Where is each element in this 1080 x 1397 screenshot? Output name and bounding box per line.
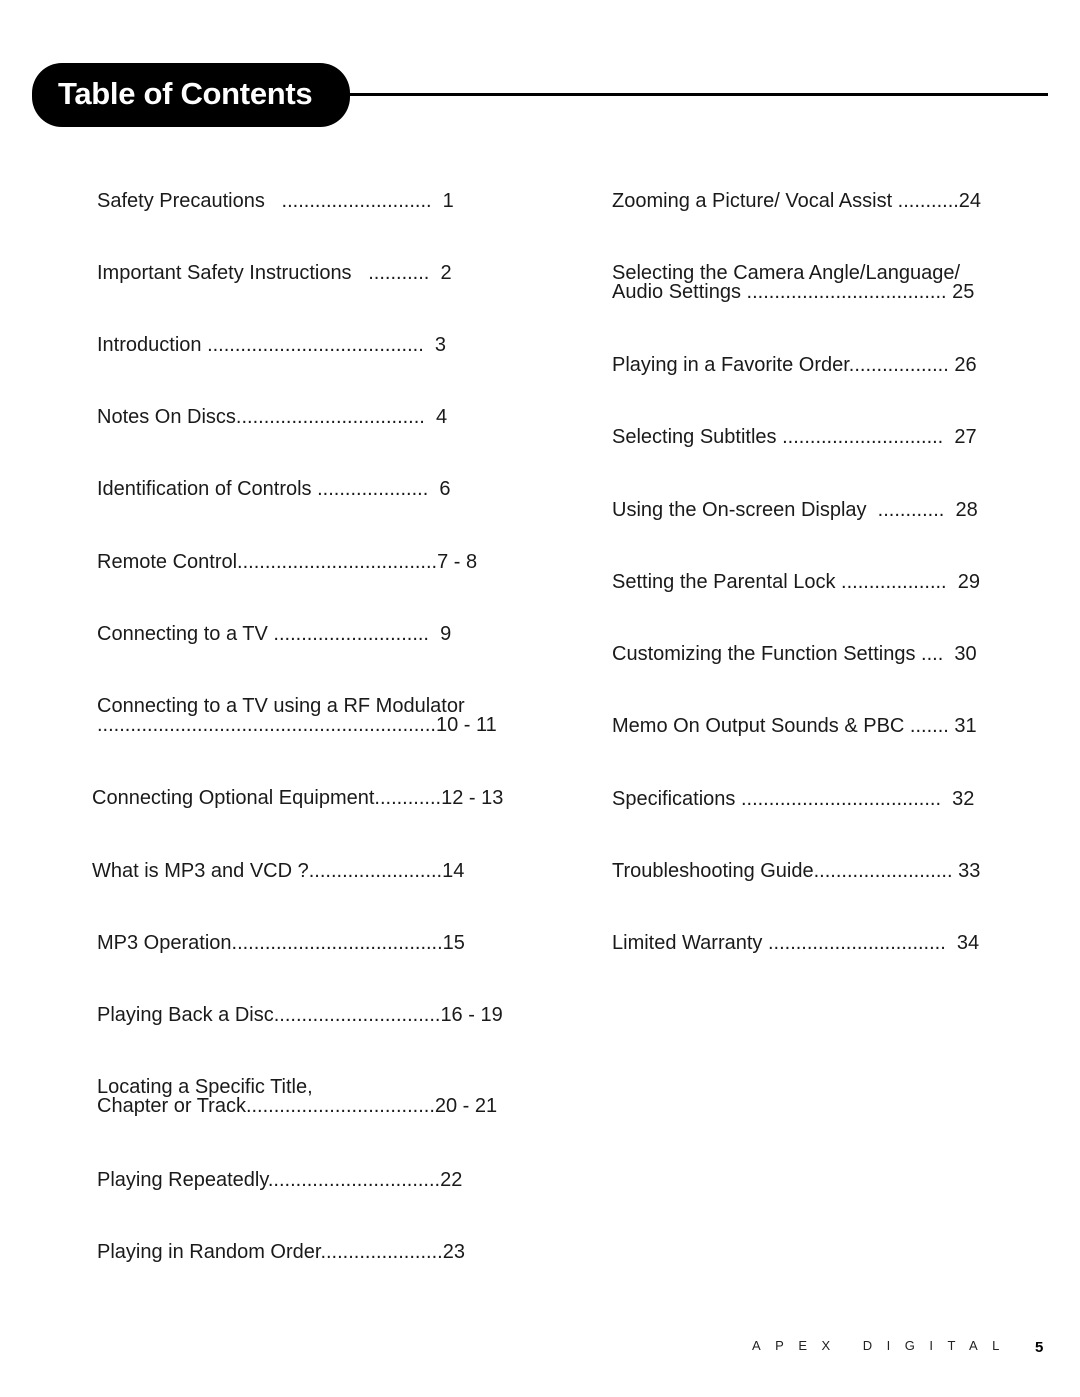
toc-entry: Playing in a Favorite Order.............… — [612, 354, 977, 376]
title-rule-divider — [348, 93, 1048, 96]
toc-entry: Important Safety Instructions ..........… — [97, 262, 452, 284]
toc-entry: Audio Settings .........................… — [612, 281, 975, 303]
toc-entry: Zooming a Picture/ Vocal Assist ........… — [612, 190, 982, 212]
toc-entry: Customizing the Function Settings .... 3… — [612, 643, 977, 665]
toc-entry: Setting the Parental Lock ..............… — [612, 571, 980, 593]
toc-entry: Introduction ...........................… — [97, 334, 447, 356]
toc-entry: Notes On Discs..........................… — [97, 406, 448, 428]
toc-entry: Connecting Optional Equipment...........… — [92, 787, 504, 809]
toc-entry: Safety Precautions .....................… — [97, 190, 454, 212]
toc-entry: Selecting Subtitles ....................… — [612, 426, 977, 448]
toc-entry: Connecting to a TV using a RF Modulator — [97, 695, 465, 717]
toc-entry: Playing Repeatedly......................… — [97, 1169, 463, 1191]
toc-entry: Limited Warranty .......................… — [612, 932, 980, 954]
toc-entry: Selecting the Camera Angle/Language/ — [612, 262, 961, 284]
toc-entry: Using the On-screen Display ............… — [612, 499, 978, 521]
toc-entry: Connecting to a TV .....................… — [97, 623, 452, 645]
page-number: 5 — [1035, 1339, 1044, 1356]
toc-entry: What is MP3 and VCD ?...................… — [92, 860, 465, 882]
toc-entry: ........................................… — [97, 714, 497, 736]
toc-entry: MP3 Operation...........................… — [97, 932, 465, 954]
footer-brand: APEX DIGITAL — [752, 1338, 1014, 1353]
toc-entry: Locating a Specific Title, — [97, 1076, 313, 1098]
toc-entry: Identification of Controls .............… — [97, 478, 451, 500]
page-title: Table of Contents — [58, 76, 313, 111]
toc-entry: Chapter or Track........................… — [97, 1095, 498, 1117]
toc-entry: Troubleshooting Guide...................… — [612, 860, 981, 882]
toc-entry: Playing in Random Order.................… — [97, 1241, 465, 1263]
toc-entry: Memo On Output Sounds & PBC ....... 31 — [612, 715, 977, 737]
toc-entry: Remote Control..........................… — [97, 551, 478, 573]
toc-entry: Specifications .........................… — [612, 788, 975, 810]
toc-entry: Playing Back a Disc.....................… — [97, 1004, 503, 1026]
